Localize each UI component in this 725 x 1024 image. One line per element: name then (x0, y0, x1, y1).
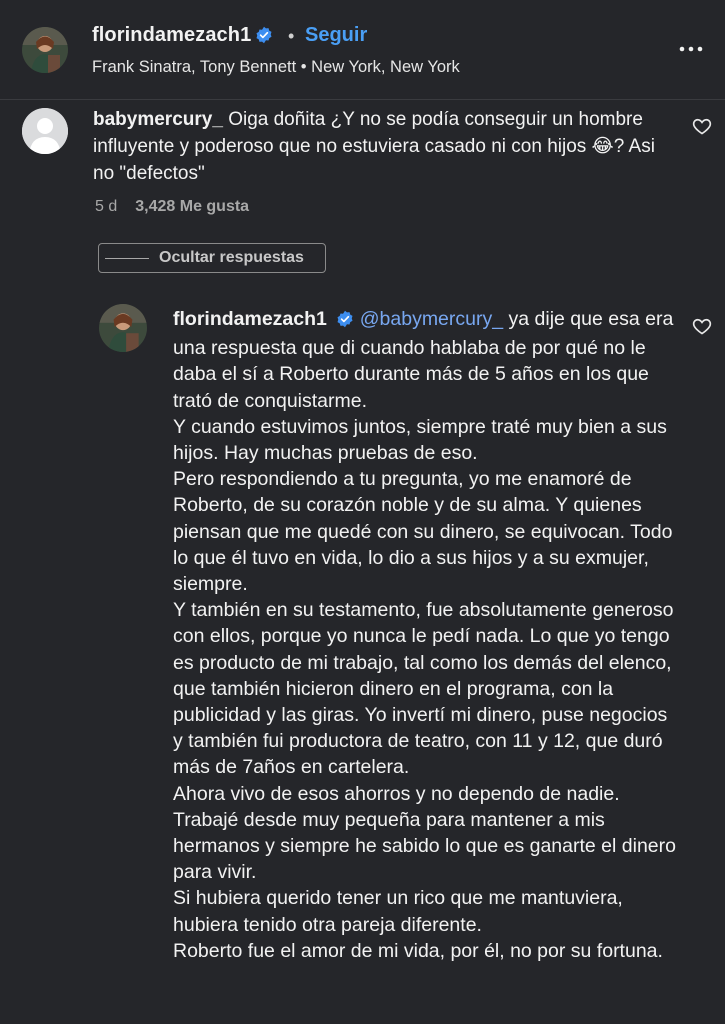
post-audio-location[interactable]: Frank Sinatra, Tony Bennett • New York, … (92, 58, 460, 77)
reply-body: florindamezach1 @babymercury_ ya dije qu… (173, 306, 678, 964)
comment-username[interactable]: babymercury_ (93, 109, 223, 130)
post-author-username-text[interactable]: florindamezach1 (92, 24, 251, 46)
hide-replies-button[interactable]: Ocultar respuestas (98, 243, 326, 273)
heart-icon[interactable] (692, 316, 712, 336)
verified-badge-icon (336, 309, 354, 335)
reply-username[interactable]: florindamezach1 (173, 308, 327, 330)
comment-age: 5 d (95, 198, 118, 215)
comment-body: babymercury_ Oiga doñita ¿Y no se podía … (93, 106, 673, 187)
header-separator-dot: • (288, 26, 295, 46)
verified-badge-icon (255, 26, 273, 50)
reply-text: ya dije que esa era una respuesta que di… (173, 308, 676, 962)
comment-likes[interactable]: 3,428 Me gusta (135, 198, 249, 215)
replies-divider-line (105, 258, 149, 259)
post-header: florindamezach1 • Seguir Frank Sinatra, … (0, 0, 725, 100)
hide-replies-label[interactable]: Ocultar respuestas (159, 249, 304, 267)
default-avatar-icon[interactable] (22, 108, 68, 154)
reply-author-avatar[interactable] (99, 304, 147, 352)
more-options-icon[interactable] (676, 34, 706, 64)
follow-button[interactable]: Seguir (305, 24, 367, 47)
comment-meta: 5 d 3,428 Me gusta (95, 198, 249, 216)
reply-mention-link[interactable]: @babymercury_ (360, 308, 503, 330)
heart-icon[interactable] (692, 116, 712, 136)
author-avatar[interactable] (22, 27, 68, 73)
post-author-username[interactable]: florindamezach1 (92, 24, 273, 50)
